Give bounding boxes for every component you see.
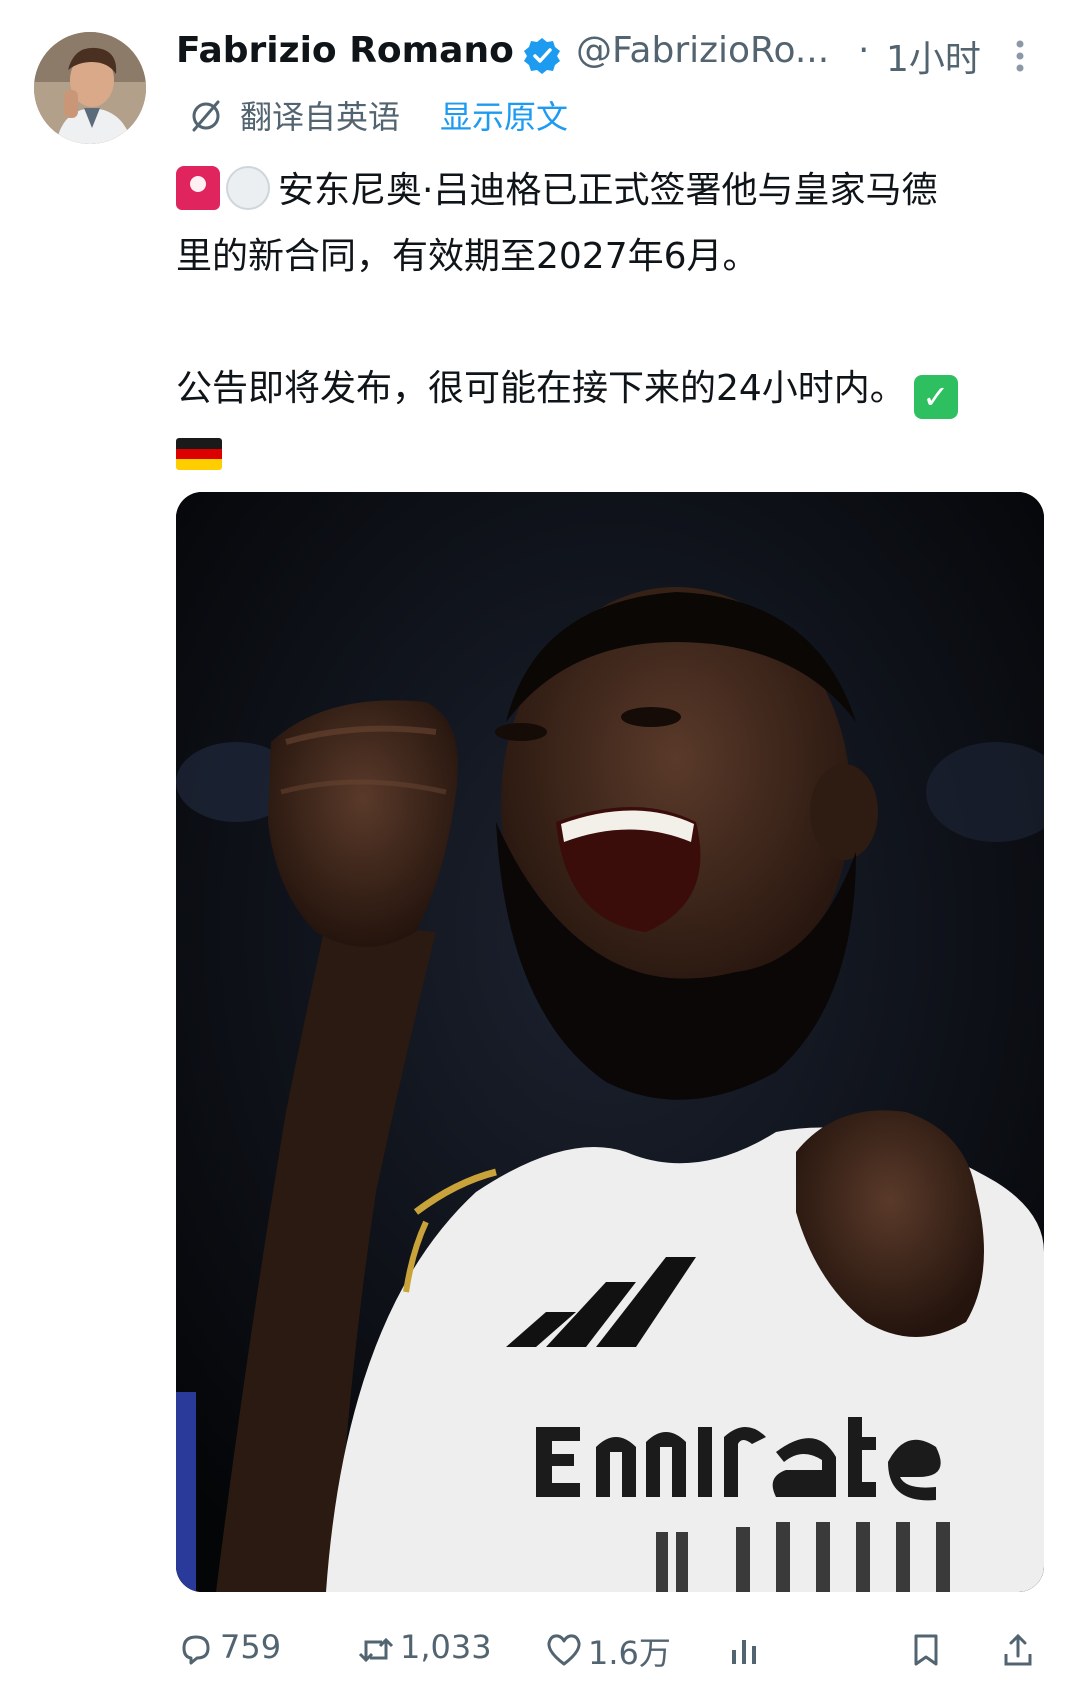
share-icon bbox=[998, 1630, 1038, 1670]
separator-dot: · bbox=[858, 30, 870, 71]
retweet-icon bbox=[356, 1630, 396, 1670]
tweet-line bbox=[176, 422, 1056, 488]
tweet-text: 安东尼奥·吕迪格已正式签署他与皇家马德 里的新合同，有效期至2027年6月。 公… bbox=[176, 158, 1056, 488]
tweet-photo[interactable] bbox=[176, 492, 1044, 1592]
tweet-line: 安东尼奥·吕迪格已正式签署他与皇家马德 bbox=[176, 158, 1056, 224]
more-dots-icon[interactable] bbox=[1010, 36, 1030, 76]
tweet-actions: 759 1,033 1.6万 bbox=[176, 1618, 1076, 1682]
like-count: 1.6万 bbox=[588, 1634, 671, 1672]
tweet-detail: Fabrizio Romano @FabrizioRo... · 1小时 翻译自… bbox=[0, 0, 1080, 1692]
retweet-button[interactable]: 1,033 bbox=[356, 1618, 516, 1682]
reply-button[interactable]: 759 bbox=[176, 1618, 296, 1682]
bookmark-icon bbox=[906, 1630, 946, 1670]
verified-badge-icon bbox=[522, 36, 562, 76]
reply-icon bbox=[176, 1630, 216, 1670]
like-button[interactable]: 1.6万 bbox=[544, 1618, 694, 1682]
translation-row: 翻译自英语 显示原文 bbox=[188, 92, 888, 140]
tweet-time[interactable]: 1小时 bbox=[886, 30, 981, 82]
white-circle-emoji-icon bbox=[226, 166, 270, 210]
author-name[interactable]: Fabrizio Romano bbox=[176, 30, 514, 71]
tweet-line: 里的新合同，有效期至2027年6月。 bbox=[176, 224, 1056, 290]
show-original-link[interactable]: 显示原文 bbox=[440, 92, 568, 138]
tweet-text-line-3: 公告即将发布，很可能在接下来的24小时内。 bbox=[176, 368, 906, 409]
siren-emoji-icon bbox=[176, 166, 220, 210]
heart-icon bbox=[544, 1630, 584, 1670]
retweet-count: 1,033 bbox=[400, 1628, 492, 1666]
bookmark-button[interactable] bbox=[906, 1618, 946, 1682]
tweet-text-line-2: 里的新合同，有效期至2027年6月。 bbox=[176, 236, 759, 277]
reply-count: 759 bbox=[220, 1628, 282, 1666]
germany-flag-emoji-icon bbox=[176, 438, 222, 470]
tweet-header: Fabrizio Romano @FabrizioRo... · 1小时 bbox=[176, 22, 1056, 86]
check-mark-emoji-icon: ✓ bbox=[913, 375, 958, 419]
translation-label: 翻译自英语 bbox=[240, 98, 401, 136]
avatar[interactable] bbox=[34, 32, 146, 144]
author-handle[interactable]: @FabrizioRo... bbox=[576, 30, 829, 71]
share-button[interactable] bbox=[998, 1618, 1038, 1682]
views-button[interactable] bbox=[724, 1618, 764, 1682]
views-icon bbox=[724, 1630, 764, 1670]
tweet-text-line-1: 安东尼奥·吕迪格已正式签署他与皇家马德 bbox=[278, 170, 938, 211]
tweet-line: 公告即将发布，很可能在接下来的24小时内。 ✓ bbox=[176, 356, 1056, 422]
translate-icon bbox=[188, 98, 224, 134]
